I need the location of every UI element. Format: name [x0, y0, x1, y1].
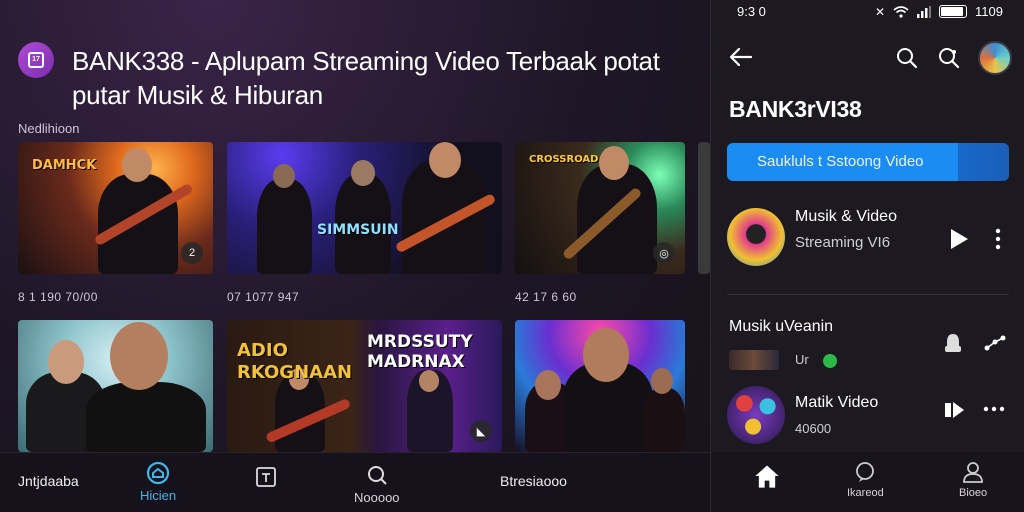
video-overlay-title: CROSSROAD — [529, 154, 599, 165]
video-card-2[interactable]: SIMMSUIN — [227, 142, 502, 274]
home-icon — [146, 461, 170, 485]
phone-bottom-navigation: Ikareod Bioeo — [711, 452, 1024, 512]
profile-icon — [963, 462, 983, 483]
wifi-icon — [893, 5, 909, 18]
video-overlay-title: ADIO RKOGNAAN — [237, 340, 353, 383]
video-overlay-title: DAMHCK — [32, 158, 97, 173]
phone-panel: 9:3 0 ✕ 1109 BANK3rVI38 Saukluls t Sstoo… — [710, 0, 1024, 512]
mute-icon: ✕ — [874, 4, 886, 19]
phone-nav-profile[interactable]: Bioeo — [959, 460, 987, 499]
home-icon — [755, 465, 779, 488]
nav-right-text[interactable]: Btresiaooo — [500, 473, 567, 489]
item-title[interactable]: Matik Video — [795, 394, 878, 412]
section-label: Nedlihioon — [18, 121, 80, 136]
back-arrow-icon[interactable] — [729, 46, 753, 68]
page-title: BANK338 - Aplupam Streaming Video Terbaa… — [72, 46, 660, 110]
app-logo-icon[interactable]: 17 — [18, 42, 54, 78]
status-time: 9:3 0 — [737, 4, 766, 19]
more-horizontal-icon[interactable] — [983, 406, 1005, 412]
online-status-icon — [823, 354, 837, 368]
video-badge: ◣ — [470, 420, 492, 442]
video-card-6[interactable] — [515, 320, 685, 452]
item-title[interactable]: Musik & Video — [795, 208, 897, 226]
voice-search-icon[interactable] — [937, 46, 961, 70]
battery-icon — [939, 5, 968, 18]
play-icon[interactable] — [949, 228, 969, 250]
chat-search-icon — [856, 462, 875, 482]
main-app-panel: 17 BANK338 - Aplupam Streaming Video Ter… — [0, 0, 710, 512]
more-vertical-icon[interactable] — [995, 228, 1001, 250]
battery-level: 1109 — [975, 4, 1003, 19]
streaming-video-button[interactable]: Saukluls t Sstoong Video — [727, 143, 1009, 181]
video-overlay-title: SIMMSUIN — [317, 222, 399, 238]
status-bar: 9:3 0 ✕ 1109 — [711, 4, 1024, 22]
item-thumbnail[interactable] — [729, 350, 779, 370]
nav-left-text[interactable]: Jntjdaaba — [18, 473, 79, 489]
video-meta: 07 1077 947 — [227, 290, 300, 304]
library-icon — [256, 467, 276, 487]
nav-search[interactable]: Nooooo — [354, 463, 400, 505]
item-thumbnail[interactable] — [727, 386, 785, 444]
video-overlay-title: MRDSSUTY MADRNAX — [367, 332, 473, 372]
share-icon[interactable] — [983, 334, 1007, 354]
video-card-4[interactable] — [18, 320, 213, 452]
nav-search-label: Nooooo — [354, 490, 400, 505]
user-avatar[interactable] — [978, 41, 1012, 75]
video-card-5[interactable]: ADIO RKOGNAAN MRDSSUTY MADRNAX ◣ — [227, 320, 502, 452]
video-card-1[interactable]: DAMHCK 2 — [18, 142, 213, 274]
nav-home-label: Hicien — [140, 488, 177, 503]
signal-icon — [917, 5, 932, 18]
phone-nav-profile-label: Bioeo — [959, 487, 988, 499]
nav-library[interactable] — [254, 465, 278, 492]
video-meta: 42 17 6 60 — [515, 290, 577, 304]
video-badge: ◎ — [653, 242, 675, 264]
item-subtitle: Streaming VI6 — [795, 234, 891, 251]
video-badge: 2 — [181, 242, 203, 264]
bottom-navigation: Jntjdaaba Hicien Nooooo Btresiaooo — [0, 452, 710, 512]
video-card-partial[interactable] — [698, 142, 710, 274]
phone-title: BANK3rVI38 — [729, 96, 862, 122]
item-subtitle: Ur — [795, 352, 809, 367]
item-thumbnail[interactable] — [727, 208, 785, 266]
item-title[interactable]: Musik uVeanin — [729, 318, 833, 336]
pause-play-icon[interactable] — [943, 400, 965, 420]
item-subtitle: 40600 — [795, 421, 832, 436]
search-icon[interactable] — [895, 46, 919, 70]
phone-nav-home[interactable] — [753, 462, 781, 493]
microphone-icon[interactable] — [943, 332, 963, 356]
phone-nav-search-label: Ikareod — [847, 487, 884, 499]
phone-nav-search[interactable]: Ikareod — [847, 460, 884, 499]
search-icon — [367, 466, 387, 485]
video-card-3[interactable]: CROSSROAD ◎ — [515, 142, 685, 274]
divider — [727, 294, 1009, 295]
video-meta: 8 1 190 70/00 — [18, 290, 98, 304]
nav-home[interactable]: Hicien — [140, 461, 176, 503]
